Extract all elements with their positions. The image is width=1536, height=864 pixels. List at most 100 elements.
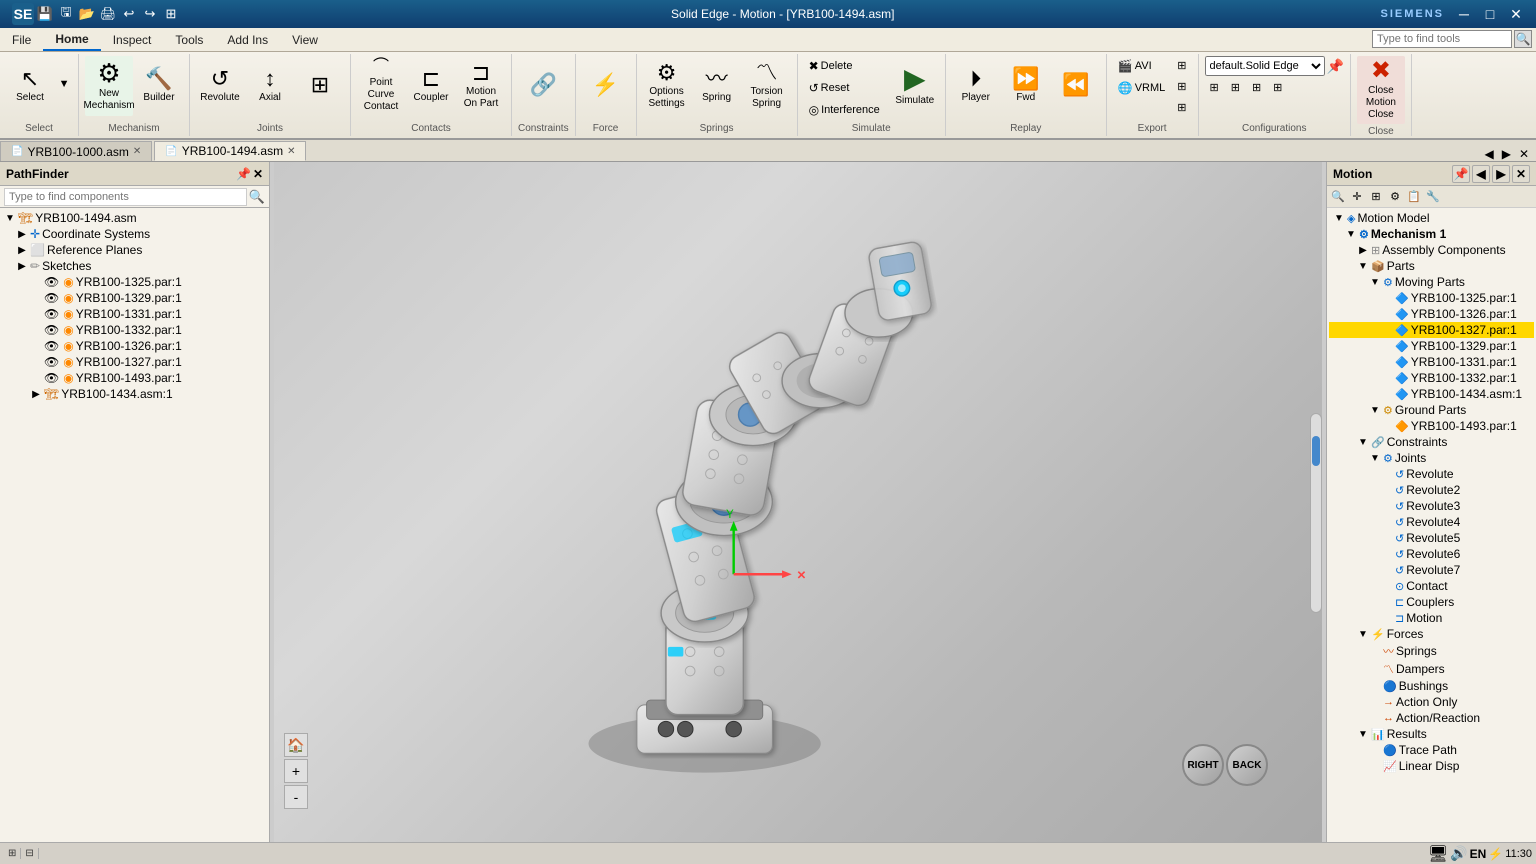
- menu-addins[interactable]: Add Ins: [215, 28, 280, 51]
- undo-btn[interactable]: ↩: [119, 4, 139, 24]
- tab-yrb100-1494-close[interactable]: ✕: [287, 146, 295, 157]
- tree-asm-1434[interactable]: ▶ 🏗 YRB100-1434.asm:1: [2, 386, 267, 402]
- ground-parts-item[interactable]: ▼ ⚙ Ground Parts: [1329, 402, 1534, 418]
- motion-pin-icon[interactable]: 📌: [1452, 165, 1470, 183]
- motion-model-item[interactable]: ▼ ◈ Motion Model: [1329, 210, 1534, 226]
- tree-part-1493[interactable]: 👁 ◉ YRB100-1493.par:1: [2, 370, 267, 386]
- close-button[interactable]: ✕: [1504, 5, 1528, 23]
- menu-view[interactable]: View: [280, 28, 330, 51]
- menu-file[interactable]: File: [0, 28, 43, 51]
- constraints-button[interactable]: 🔗: [519, 56, 567, 116]
- simulate-button[interactable]: ▶ Simulate: [891, 56, 939, 116]
- config-btn1[interactable]: ⊞: [1205, 78, 1224, 97]
- expand-icon[interactable]: ▼: [1369, 277, 1381, 288]
- viewport-zoom-out-button[interactable]: -: [284, 785, 308, 809]
- revolute5-item[interactable]: ↺ Revolute5: [1329, 530, 1534, 546]
- axial-button[interactable]: ↕ Axial: [246, 56, 294, 116]
- viewport[interactable]: ✕ Y RIGHT BACK 🏠 + -: [274, 162, 1322, 864]
- springs-item[interactable]: 〰 Springs: [1329, 642, 1534, 660]
- couplers-item[interactable]: ⊏ Couplers: [1329, 594, 1534, 610]
- select-button[interactable]: ↖ Select: [6, 56, 54, 116]
- slider-handle[interactable]: [1312, 436, 1320, 466]
- motion-part-1327[interactable]: 🔷 YRB100-1327.par:1: [1329, 322, 1534, 338]
- action-reaction-item[interactable]: ↔ Action/Reaction: [1329, 710, 1534, 726]
- force-button[interactable]: ⚡: [582, 56, 630, 116]
- revolute2-item[interactable]: ↺ Revolute2: [1329, 482, 1534, 498]
- motion-part-1325[interactable]: 🔷 YRB100-1325.par:1: [1329, 290, 1534, 306]
- builder-button[interactable]: 🔨 Builder: [135, 56, 183, 116]
- revolute-button[interactable]: ↺ Revolute: [196, 56, 244, 116]
- delete-button[interactable]: ✖ Delete: [804, 56, 885, 76]
- avi-button[interactable]: 🎬 AVI: [1113, 56, 1171, 76]
- config-btn2[interactable]: ⊞: [1226, 78, 1245, 97]
- coupler-button[interactable]: ⊏ Coupler: [407, 56, 455, 116]
- tree-part-1327[interactable]: 👁 ◉ YRB100-1327.par:1: [2, 354, 267, 370]
- spring-button[interactable]: 〰 Spring: [693, 56, 741, 116]
- action-only-item[interactable]: → Action Only: [1329, 694, 1534, 710]
- tab-yrb100-1000-close[interactable]: ✕: [133, 146, 141, 157]
- options-settings-button[interactable]: ⚙ OptionsSettings: [643, 56, 691, 116]
- find-input[interactable]: [1372, 30, 1512, 48]
- motion-part-1326[interactable]: 🔷 YRB100-1326.par:1: [1329, 306, 1534, 322]
- expand-icon[interactable]: ▼: [1369, 453, 1381, 464]
- point-curve-button[interactable]: ⌒ Point CurveContact: [357, 56, 405, 116]
- new-mechanism-button[interactable]: ⚙ NewMechanism: [85, 56, 133, 116]
- expand-icon[interactable]: ▼: [1369, 405, 1381, 416]
- tree-sketches[interactable]: ▶ ✏ Sketches: [2, 258, 267, 274]
- expand-icon[interactable]: ▶: [1357, 245, 1369, 256]
- revolute7-item[interactable]: ↺ Revolute7: [1329, 562, 1534, 578]
- tab-nav-right[interactable]: ▶: [1499, 147, 1514, 161]
- menu-home[interactable]: Home: [43, 28, 100, 51]
- tree-ref-planes[interactable]: ▶ ⬜ Reference Planes: [2, 242, 267, 258]
- motion-part-1331[interactable]: 🔷 YRB100-1331.par:1: [1329, 354, 1534, 370]
- tree-part-1332[interactable]: 👁 ◉ YRB100-1332.par:1: [2, 322, 267, 338]
- expand-icon[interactable]: ▶: [16, 245, 28, 256]
- select-layout-btn[interactable]: ⊞: [161, 4, 181, 24]
- expand-icon[interactable]: ▼: [1345, 229, 1357, 240]
- maximize-button[interactable]: □: [1478, 5, 1502, 23]
- config-pin-icon[interactable]: 📌: [1327, 58, 1344, 75]
- tab-nav-left[interactable]: ◀: [1481, 147, 1496, 161]
- dampers-item[interactable]: 〽 Dampers: [1329, 660, 1534, 678]
- results-item[interactable]: ▼ 📊 Results: [1329, 726, 1534, 742]
- reset-button[interactable]: ↺ Reset: [804, 78, 885, 98]
- motion-tb-btn1[interactable]: 🔍: [1329, 188, 1347, 206]
- moving-parts-item[interactable]: ▼ ⚙ Moving Parts: [1329, 274, 1534, 290]
- tree-part-1325[interactable]: 👁 ◉ YRB100-1325.par:1: [2, 274, 267, 290]
- menu-tools[interactable]: Tools: [163, 28, 215, 51]
- pathfinder-close-icon[interactable]: ✕: [253, 167, 263, 181]
- expand-icon[interactable]: ▼: [1357, 729, 1369, 740]
- redo-btn[interactable]: ↪: [140, 4, 160, 24]
- close-motion-button[interactable]: ✖ CloseMotionClose: [1357, 56, 1405, 124]
- tree-part-1331[interactable]: 👁 ◉ YRB100-1331.par:1: [2, 306, 267, 322]
- assembly-components-item[interactable]: ▶ ⊞ Assembly Components: [1329, 242, 1534, 258]
- joints-item[interactable]: ▼ ⚙ Joints: [1329, 450, 1534, 466]
- linear-disp-item[interactable]: 📈 Linear Disp: [1329, 758, 1534, 774]
- torsion-spring-button[interactable]: 〽 TorsionSpring: [743, 56, 791, 116]
- replay-back-button[interactable]: ⏪: [1052, 56, 1100, 116]
- expand-icon[interactable]: ▼: [1333, 213, 1345, 224]
- revolute6-item[interactable]: ↺ Revolute6: [1329, 546, 1534, 562]
- tab-yrb100-1000[interactable]: 📄 YRB100-1000.asm ✕: [0, 141, 152, 161]
- vrml-button[interactable]: 🌐 VRML: [1113, 78, 1171, 98]
- expand-icon[interactable]: ▶: [16, 229, 28, 240]
- fwd-button[interactable]: ⏩ Fwd: [1002, 56, 1050, 116]
- config-dropdown[interactable]: default.Solid Edge: [1205, 56, 1325, 76]
- tab-yrb100-1494[interactable]: 📄 YRB100-1494.asm ✕: [154, 141, 306, 161]
- view-right-button[interactable]: RIGHT: [1182, 744, 1224, 786]
- motion-part-1434[interactable]: 🔷 YRB100-1434.asm:1: [1329, 386, 1534, 402]
- motion-tb-btn6[interactable]: 🔧: [1424, 188, 1442, 206]
- export-more1[interactable]: ⊞: [1172, 56, 1191, 75]
- contact-item[interactable]: ⊙ Contact: [1329, 578, 1534, 594]
- parts-item[interactable]: ▼ 📦 Parts: [1329, 258, 1534, 274]
- revolute3-item[interactable]: ↺ Revolute3: [1329, 498, 1534, 514]
- export-more2[interactable]: ⊞: [1172, 77, 1191, 96]
- joints-more-button[interactable]: ⊞: [296, 56, 344, 116]
- save-all-btn[interactable]: 🖫: [56, 4, 76, 24]
- revolute-item[interactable]: ↺ Revolute: [1329, 466, 1534, 482]
- viewport-home-button[interactable]: 🏠: [284, 733, 308, 757]
- find-search-icon[interactable]: 🔍: [1514, 30, 1532, 48]
- motion-part-1493[interactable]: 🔶 YRB100-1493.par:1: [1329, 418, 1534, 434]
- motion-tb-btn5[interactable]: 📋: [1405, 188, 1423, 206]
- view-back-button[interactable]: BACK: [1226, 744, 1268, 786]
